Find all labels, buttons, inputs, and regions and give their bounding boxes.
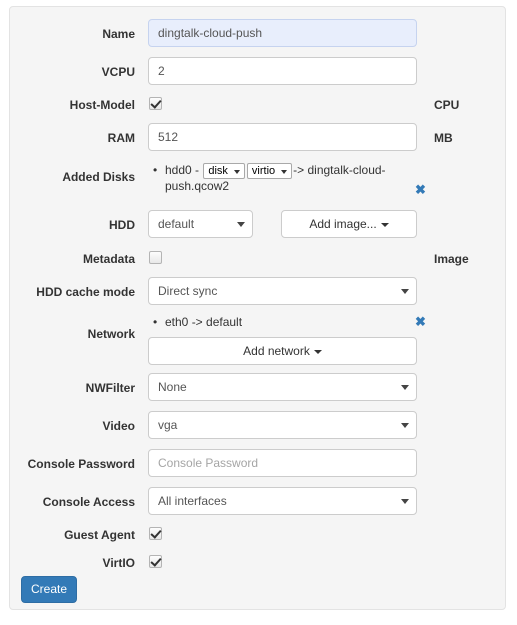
disk-device-value: disk [208,165,228,177]
network-label: Network [87,327,135,341]
video-select[interactable]: vga [148,411,417,439]
add-network-label: Add network [243,344,310,358]
console-access-select[interactable]: All interfaces [148,487,417,515]
form-row-console-password: Console Password [10,449,505,483]
virtio-label: VirtIO [102,556,135,570]
network-list-item: • eth0 -> default [153,315,405,330]
hdd-cache-mode-label: HDD cache mode [36,285,135,299]
ram-unit-label: MB [434,131,453,145]
nwfilter-value: None [158,380,187,394]
metadata-label: Metadata [82,252,135,266]
vcpu-unit-label: CPU [434,98,460,112]
guest-agent-label: Guest Agent [64,528,135,542]
add-network-button[interactable]: Add network [148,337,417,365]
console-password-input[interactable] [148,449,417,477]
caret-down-icon [313,349,322,354]
form-row-vcpu: VCPU [10,57,505,91]
create-button[interactable]: Create [21,576,77,603]
name-input[interactable] [148,19,417,47]
video-label: Video [102,419,135,433]
form-row-added-disks: Added Disks • hdd0 - disk virtio -> dingtal… [10,162,505,202]
hdd-label: HDD [109,218,135,232]
disk-device-select[interactable]: disk [203,163,245,179]
form-row-video: Video vga [10,411,505,445]
chevron-down-icon [281,170,288,174]
added-disks-label: Added Disks [62,170,135,184]
add-image-label: Add image... [309,217,377,231]
chevron-down-icon [401,289,409,294]
host-model-checkbox[interactable] [149,97,162,110]
remove-disk-icon[interactable]: ✖ [415,183,426,197]
form-row-network: Network • eth0 -> default ✖ Add network [10,315,505,375]
add-image-button[interactable]: Add image... [281,210,417,238]
console-password-label: Console Password [27,457,135,471]
virtio-checkbox[interactable] [149,555,162,568]
form-row-hdd-cache-mode: HDD cache mode Direct sync [10,277,505,311]
nwfilter-select[interactable]: None [148,373,417,401]
ram-label: RAM [107,131,135,145]
form-row-virtio: VirtIO [10,553,505,587]
disk-list-item: • hdd0 - disk virtio -> dingtalk-cloud-push… [153,163,405,194]
caret-down-icon [380,222,389,227]
console-access-value: All interfaces [158,494,227,508]
metadata-checkbox[interactable] [149,251,162,264]
chevron-down-icon [233,170,240,174]
disk-name-text: hdd0 - [165,163,203,178]
vcpu-label: VCPU [101,65,135,79]
form-row-console-access: Console Access All interfaces [10,487,505,521]
host-model-label: Host-Model [69,98,135,112]
video-value: vga [158,418,178,432]
nwfilter-label: NWFilter [85,381,135,395]
network-item-text: eth0 -> default [165,315,243,329]
bullet-icon: • [153,315,158,329]
form-row-ram: RAM MB [10,123,505,157]
bullet-icon: • [153,163,158,177]
ram-input[interactable] [148,123,417,151]
disk-bus-value: virtio [251,165,276,177]
chevron-down-icon [401,499,409,504]
hdd-cache-mode-value: Direct sync [158,284,218,298]
create-vm-panel: Name VCPU Host-Model CPU RAM MB Added Di… [9,6,506,610]
hdd-cache-mode-select[interactable]: Direct sync [148,277,417,305]
chevron-down-icon [401,385,409,390]
disk-bus-select[interactable]: virtio [246,163,293,179]
name-label: Name [102,27,135,41]
console-access-label: Console Access [42,495,135,509]
create-vm-form: Name VCPU Host-Model CPU RAM MB Added Di… [10,7,505,609]
chevron-down-icon [237,222,245,227]
form-row-nwfilter: NWFilter None [10,373,505,407]
form-row-name: Name [10,19,505,53]
image-unit-label: Image [434,252,469,266]
hdd-select-value: default [158,217,195,231]
chevron-down-icon [401,423,409,428]
hdd-select[interactable]: default [148,210,253,238]
remove-network-icon[interactable]: ✖ [415,315,426,329]
vcpu-input[interactable] [148,57,417,85]
guest-agent-checkbox[interactable] [149,527,162,540]
form-row-hdd: HDD default Add image... [10,210,505,244]
